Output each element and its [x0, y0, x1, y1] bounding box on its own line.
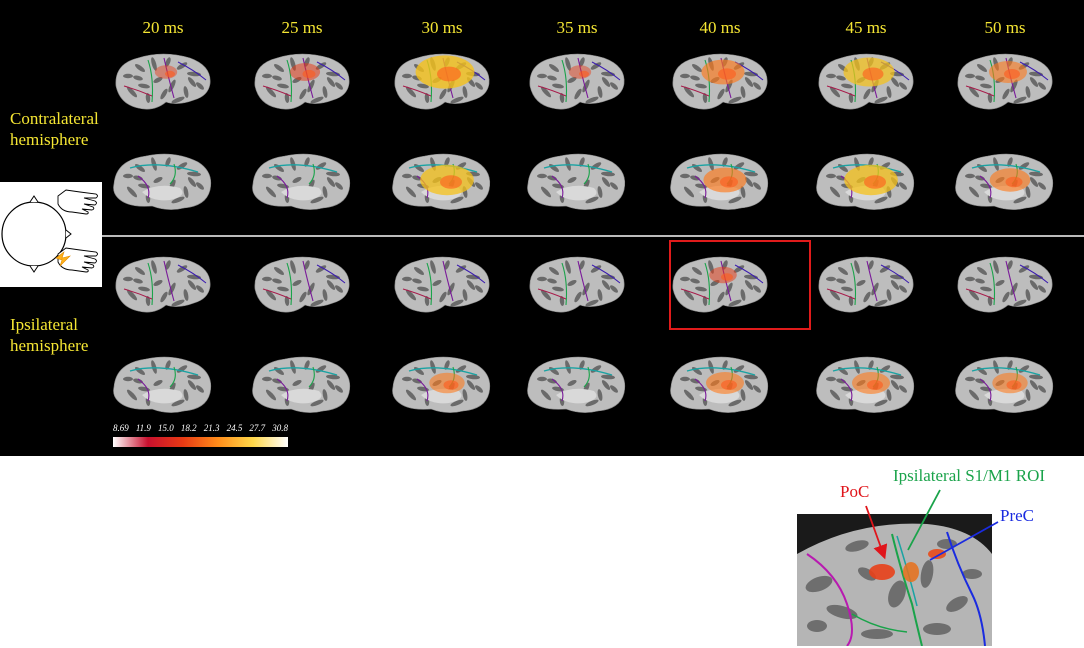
- hemisphere-divider: [0, 235, 1084, 237]
- head-and-hands-icon: [1, 189, 98, 273]
- ipsi-lateral-brain: [529, 256, 625, 313]
- time-label-35ms: 35 ms: [556, 18, 598, 37]
- contralateral-label: Contralateral hemisphere: [10, 108, 99, 150]
- contra-lateral-brain: [529, 53, 625, 110]
- contra-lateral-brain: [254, 53, 350, 110]
- contra-medial-brain: [955, 153, 1054, 210]
- ipsi-medial-brain: [392, 356, 491, 413]
- roi-inset-image: [797, 514, 992, 646]
- ipsi-lateral-brain: [394, 256, 490, 313]
- ipsi-lateral-brain: [818, 256, 914, 313]
- contra-medial-brain: [252, 153, 351, 210]
- colorbar-ticks: 8.69 11.9 15.0 18.2 21.3 24.5 27.7 30.8: [113, 423, 288, 433]
- contra-medial-brain: [816, 153, 915, 210]
- prec-callout-label: PreC: [1000, 506, 1034, 525]
- contra-lateral-brain: [394, 53, 490, 110]
- highlight-box-40ms-ipsilateral: [669, 240, 811, 330]
- ipsi-medial-brain: [955, 356, 1054, 413]
- colorbar-tick: 24.5: [226, 423, 243, 433]
- ipsi-medial-brain: [113, 356, 212, 413]
- contra-lateral-brain: [818, 53, 914, 110]
- time-label-50ms: 50 ms: [984, 18, 1026, 37]
- time-label-30ms: 30 ms: [421, 18, 463, 37]
- contralateral-label-line2: hemisphere: [10, 130, 89, 149]
- colorbar-tick: 8.69: [113, 423, 129, 433]
- colorbar-tick: 30.8: [272, 423, 288, 433]
- contra-medial-brain: [113, 153, 212, 210]
- time-label-40ms: 40 ms: [699, 18, 741, 37]
- colorbar-tick: 21.3: [203, 423, 220, 433]
- time-label-45ms: 45 ms: [845, 18, 887, 37]
- contra-lateral-brain: [115, 53, 211, 110]
- ipsi-lateral-brain: [957, 256, 1053, 313]
- colorbar-tick: 15.0: [158, 423, 174, 433]
- ipsi-medial-brain: [670, 356, 769, 413]
- ipsi-lateral-brain: [254, 256, 350, 313]
- poc-callout-label: PoC: [840, 482, 870, 501]
- brain-activation-panel: 20 ms 25 ms 30 ms 35 ms 40 ms 45 ms 50 m…: [0, 0, 1084, 456]
- contra-medial-brain: [527, 153, 626, 210]
- ipsilateral-label-line2: hemisphere: [10, 336, 89, 355]
- colorbar: [113, 437, 288, 447]
- colorbar-tick: 18.2: [180, 423, 197, 433]
- ipsilateral-label-line1: Ipsilateral: [10, 315, 78, 334]
- ipsilateral-label: Ipsilateral hemisphere: [10, 314, 88, 356]
- time-label-25ms: 25 ms: [281, 18, 323, 37]
- roi-callout-label: Ipsilateral S1/M1 ROI: [893, 466, 1046, 485]
- stimulus-diagram: [0, 182, 102, 287]
- contra-medial-brain: [392, 153, 491, 210]
- contra-medial-brain: [670, 153, 769, 210]
- time-label-20ms: 20 ms: [142, 18, 184, 37]
- contra-lateral-brain: [672, 53, 768, 110]
- ipsi-medial-brain: [816, 356, 915, 413]
- ipsi-lateral-brain: [115, 256, 211, 313]
- colorbar-tick: 11.9: [135, 423, 151, 433]
- figure: 20 ms 25 ms 30 ms 35 ms 40 ms 45 ms 50 m…: [0, 0, 1084, 648]
- roi-inset-brain: [797, 514, 992, 646]
- contralateral-label-line1: Contralateral: [10, 109, 99, 128]
- colorbar-tick: 27.7: [249, 423, 266, 433]
- ipsi-medial-brain: [252, 356, 351, 413]
- ipsi-medial-brain: [527, 356, 626, 413]
- contra-lateral-brain: [957, 53, 1053, 110]
